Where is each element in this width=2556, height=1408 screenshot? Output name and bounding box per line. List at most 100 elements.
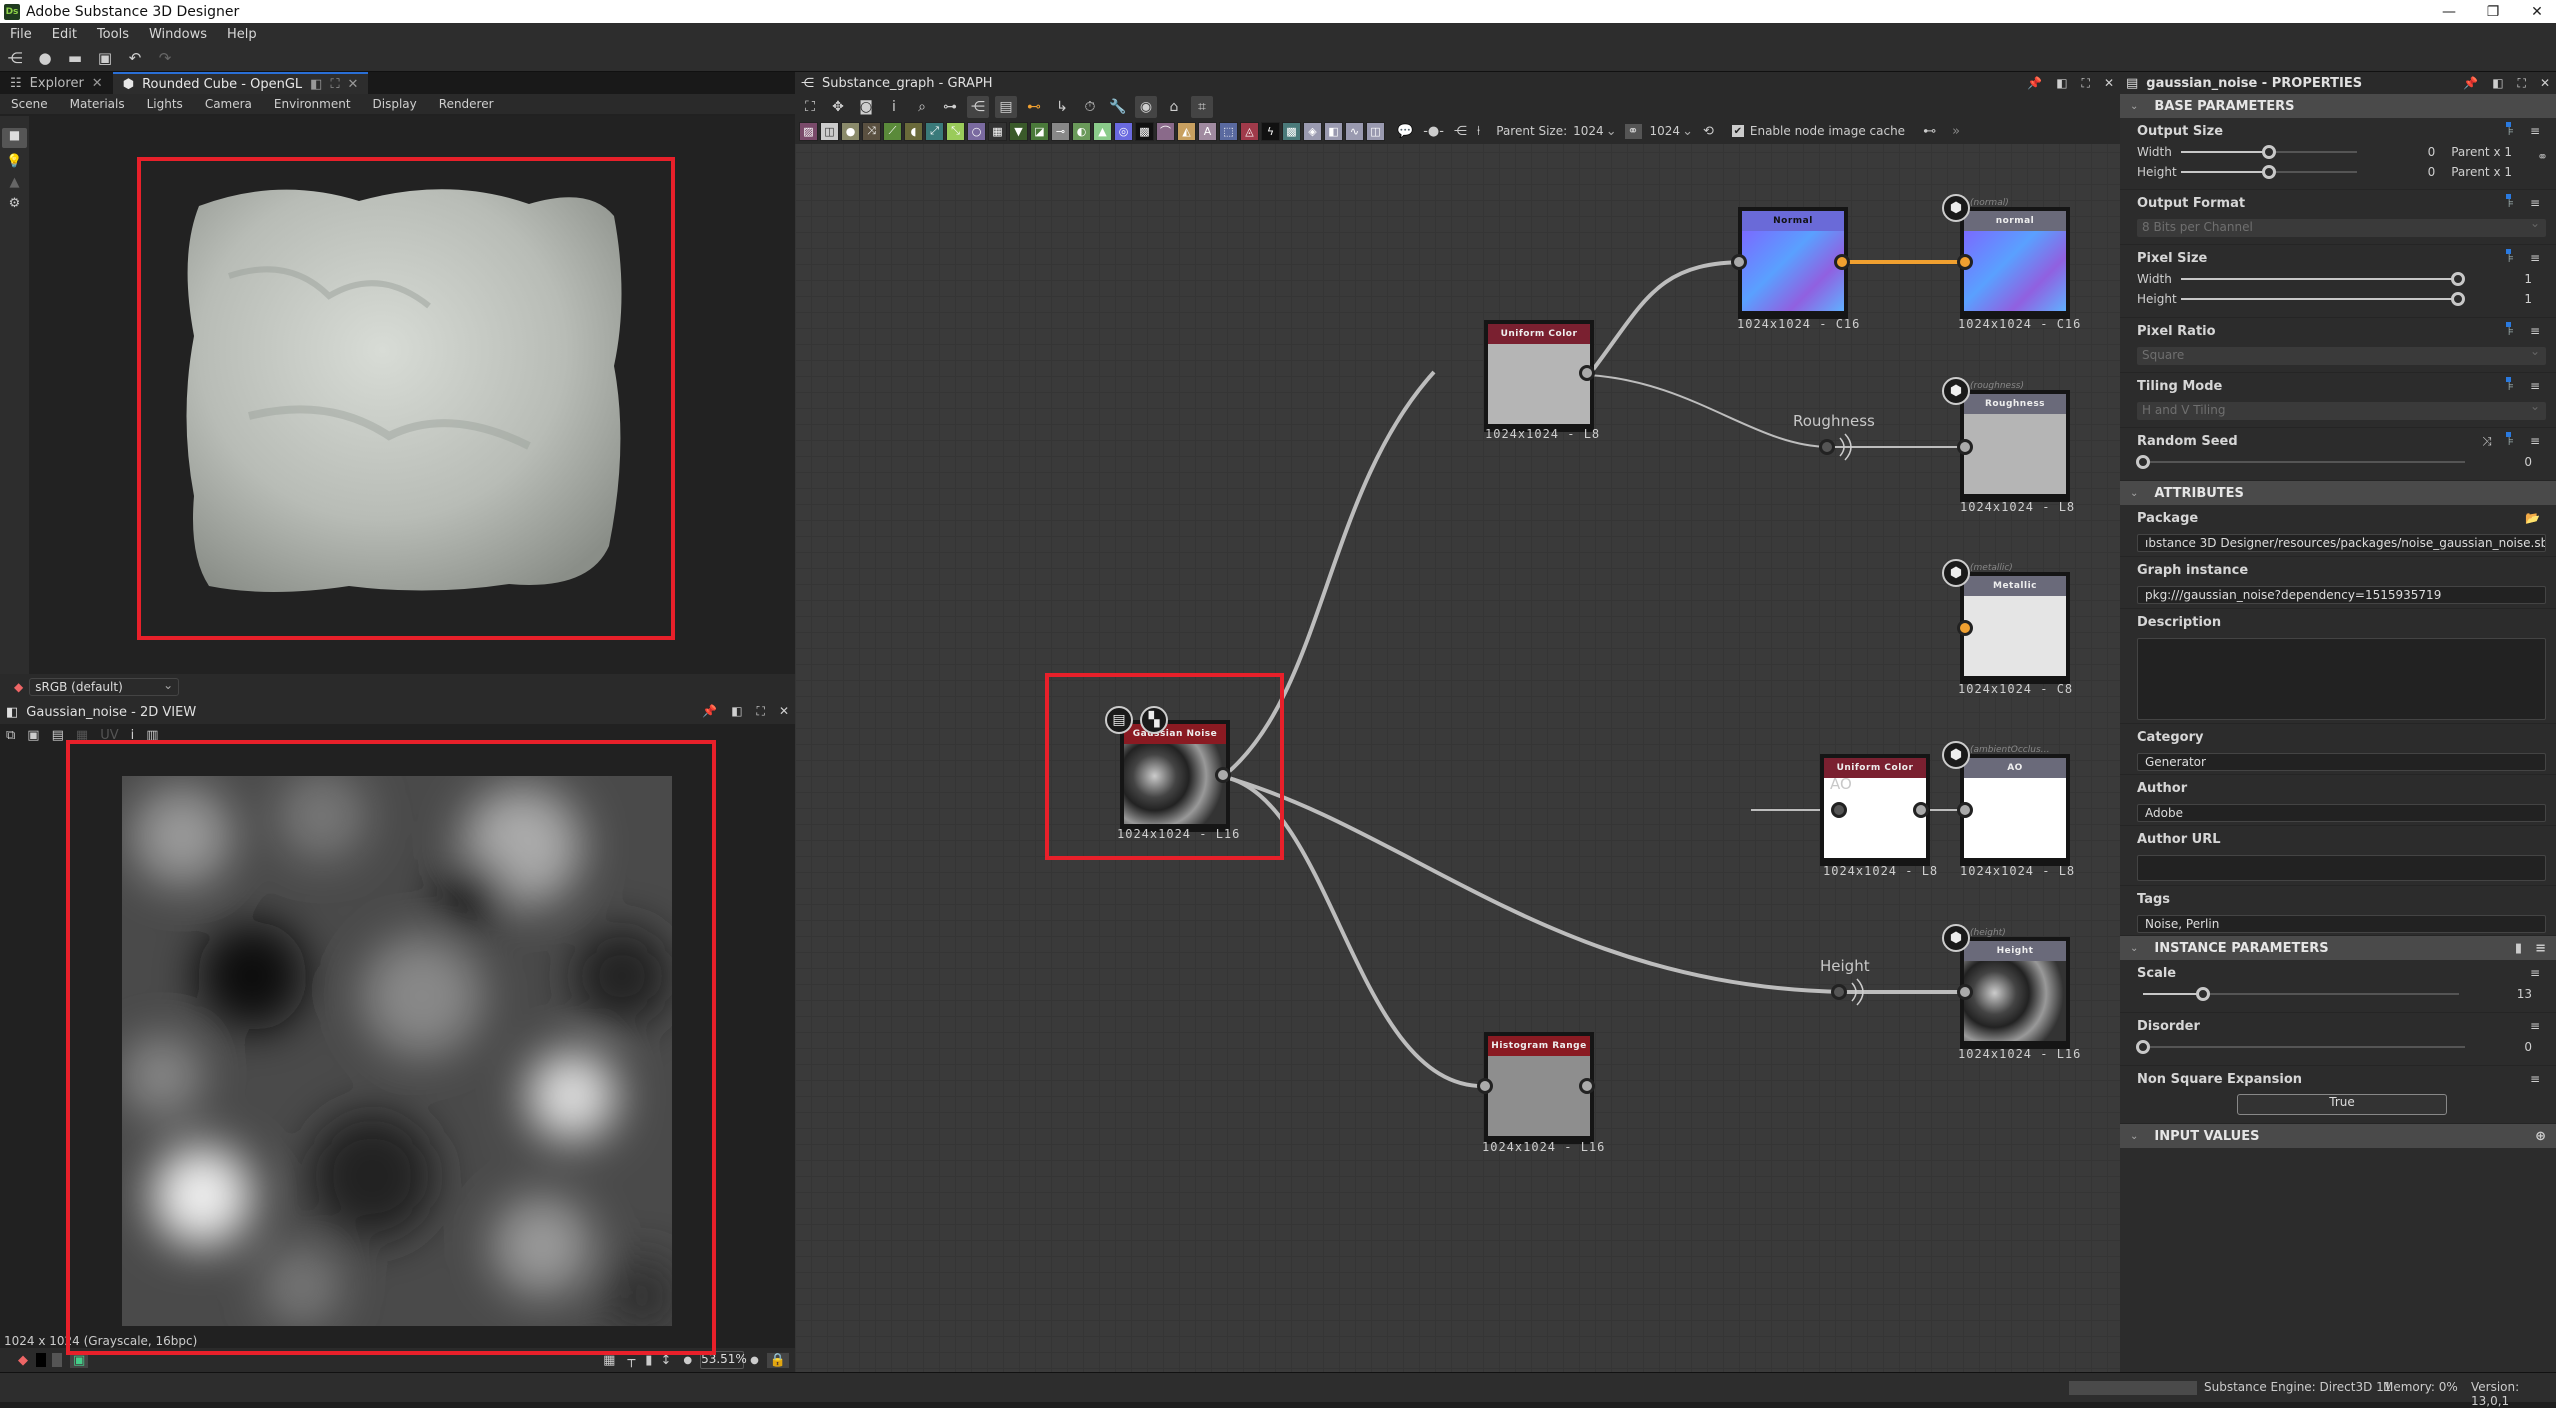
slider-knob[interactable] [2196, 987, 2211, 1001]
scale-value[interactable]: 13 [2517, 987, 2532, 1001]
options-icon[interactable]: ≡ [2530, 434, 2540, 449]
float-icon[interactable]: ◧ [731, 704, 742, 718]
node-output-roughness[interactable]: Roughness [1960, 390, 2070, 502]
options-icon[interactable]: ≡ [2530, 1072, 2540, 1086]
menu-edit[interactable]: Edit [42, 27, 87, 42]
export-icon[interactable]: ▤ [52, 728, 64, 743]
redo-icon[interactable]: ↷ [156, 49, 174, 67]
maximize-icon[interactable]: ⛶ [330, 77, 339, 92]
random-seed-slider[interactable] [2136, 455, 2465, 469]
float-icon[interactable]: ◧ [2492, 76, 2503, 90]
non-square-expansion-toggle[interactable]: True [2237, 1094, 2447, 1115]
light-bulb-icon[interactable]: 💡 [0, 154, 29, 169]
relay-dot-height[interactable] [1831, 984, 1847, 1000]
node-output-ao[interactable]: AO [1960, 754, 2070, 866]
graph-instance-field[interactable]: pkg:///gaussian_noise?dependency=1515935… [2137, 586, 2546, 604]
tab-explorer[interactable]: ☷ Explorer ✕ [0, 72, 113, 94]
undo-icon[interactable]: ↶ [126, 49, 144, 67]
output-format-dropdown[interactable]: 8 Bits per Channel [2137, 216, 2546, 237]
folder-open-icon[interactable]: 📂 [2525, 511, 2540, 525]
menu-tools[interactable]: Tools [87, 27, 139, 42]
pixel-width-value[interactable]: 1 [2524, 272, 2532, 286]
section-attributes[interactable]: ⌄ ATTRIBUTES [2120, 481, 2556, 505]
randomize-icon[interactable]: ⤨ [2482, 434, 2492, 449]
menu-display[interactable]: Display [362, 97, 428, 111]
relay-dot-roughness[interactable] [1819, 439, 1835, 455]
relay-dot-ao[interactable] [1831, 802, 1847, 818]
inheritance-icon[interactable]: ⊧ [2505, 122, 2514, 138]
slider-knob[interactable] [2262, 145, 2276, 159]
node-output-height[interactable]: Height [1960, 937, 2070, 1049]
output-port[interactable] [1913, 802, 1929, 818]
menu-materials[interactable]: Materials [59, 97, 136, 111]
pin-icon[interactable]: 📌 [702, 704, 717, 718]
output-height-value[interactable]: 0 [2428, 165, 2436, 179]
menu-lights[interactable]: Lights [136, 97, 194, 111]
open-folder-icon[interactable]: ▬ [66, 49, 84, 67]
add-input-icon[interactable]: ⊕ [2535, 1129, 2546, 1144]
slider-knob[interactable] [2136, 455, 2150, 469]
preset-icon[interactable]: ▮ [2515, 941, 2522, 956]
options-icon[interactable]: ≡ [2535, 941, 2546, 956]
output-height-slider[interactable] [2181, 165, 2357, 179]
save-all-icon[interactable]: ▣ [96, 49, 114, 67]
maximize-icon[interactable]: ⛶ [2518, 76, 2526, 91]
minimize-button[interactable]: — [2426, 0, 2472, 23]
new-graph-icon[interactable]: ⋲ [6, 49, 24, 67]
menu-scene[interactable]: Scene [0, 97, 59, 111]
author-url-field[interactable] [2137, 855, 2546, 881]
pixel-width-slider[interactable] [2181, 272, 2465, 286]
close-icon[interactable]: ✕ [348, 77, 359, 92]
pixel-height-slider[interactable] [2181, 292, 2465, 306]
float-icon[interactable]: ◧ [310, 77, 322, 92]
link-ratio-icon[interactable]: ⚭ [2537, 150, 2548, 165]
tags-field[interactable]: Noise, Perlin [2137, 915, 2546, 933]
section-instance-parameters[interactable]: ⌄ INSTANCE PARAMETERS ▮ ≡ [2120, 936, 2556, 960]
black-bg-icon[interactable] [36, 1353, 46, 1367]
zoom-in-icon[interactable]: ● [750, 1355, 759, 1366]
slider-knob[interactable] [2136, 1040, 2150, 1054]
colorspace-dropdown[interactable]: sRGB (default) ⌄ [29, 678, 180, 696]
input-port[interactable] [1477, 1078, 1493, 1094]
options-icon[interactable]: ≡ [2530, 379, 2540, 393]
output-port[interactable] [1579, 365, 1595, 381]
inheritance-icon[interactable]: ⊧ [2505, 249, 2514, 265]
graph-panel[interactable]: ⋲ Substance_graph - GRAPH 📌 ◧ ⛶ ✕ ⛶ ✥ ◙ … [795, 72, 2120, 1372]
node-histogram-range[interactable]: Histogram Range [1484, 1032, 1594, 1144]
input-port[interactable] [1957, 984, 1973, 1000]
color-layers-icon[interactable]: ◆ [14, 680, 23, 694]
inheritance-icon[interactable]: ⊧ [2505, 194, 2514, 210]
input-port[interactable] [1957, 620, 1973, 636]
section-base-parameters[interactable]: ⌄ BASE PARAMETERS [2120, 94, 2556, 118]
menu-help[interactable]: Help [217, 27, 267, 42]
section-input-values[interactable]: ⌄ INPUT VALUES ⊕ [2120, 1124, 2556, 1148]
options-icon[interactable]: ≡ [2530, 251, 2540, 265]
color-layers-icon[interactable]: ◆ [18, 1353, 28, 1368]
menu-renderer[interactable]: Renderer [428, 97, 505, 111]
author-field[interactable]: Adobe [2137, 804, 2546, 822]
options-icon[interactable]: ≡ [2530, 124, 2540, 138]
output-width-value[interactable]: 0 [2428, 145, 2436, 159]
disorder-slider[interactable] [2136, 1040, 2465, 1054]
inheritance-icon[interactable]: ⊧ [2505, 377, 2514, 393]
new-package-icon[interactable]: ● [36, 49, 54, 67]
display-settings-icon[interactable]: ⚙ [0, 196, 29, 211]
pixel-height-value[interactable]: 1 [2524, 292, 2532, 306]
node-output-normal[interactable]: normal [1960, 207, 2070, 319]
node-normal[interactable]: Normal [1738, 207, 1848, 319]
slider-knob[interactable] [2451, 272, 2465, 286]
tiling-mode-dropdown[interactable]: H and V Tiling [2137, 399, 2546, 420]
menu-camera[interactable]: Camera [194, 97, 263, 111]
options-icon[interactable]: ≡ [2530, 196, 2540, 210]
input-port[interactable] [1957, 439, 1973, 455]
close-icon[interactable]: ✕ [92, 76, 103, 91]
slider-knob[interactable] [2262, 165, 2276, 179]
options-icon[interactable]: ≡ [2530, 1019, 2540, 1033]
input-port[interactable] [1957, 802, 1973, 818]
node-output-metallic[interactable]: Metallic [1960, 572, 2070, 684]
camera-icon[interactable]: ■ [2, 128, 27, 148]
gray-bg-icon[interactable] [52, 1353, 62, 1367]
menu-environment[interactable]: Environment [263, 97, 362, 111]
close-window-button[interactable]: ✕ [2514, 0, 2556, 23]
copy-icon[interactable]: ⧉ [6, 728, 15, 743]
